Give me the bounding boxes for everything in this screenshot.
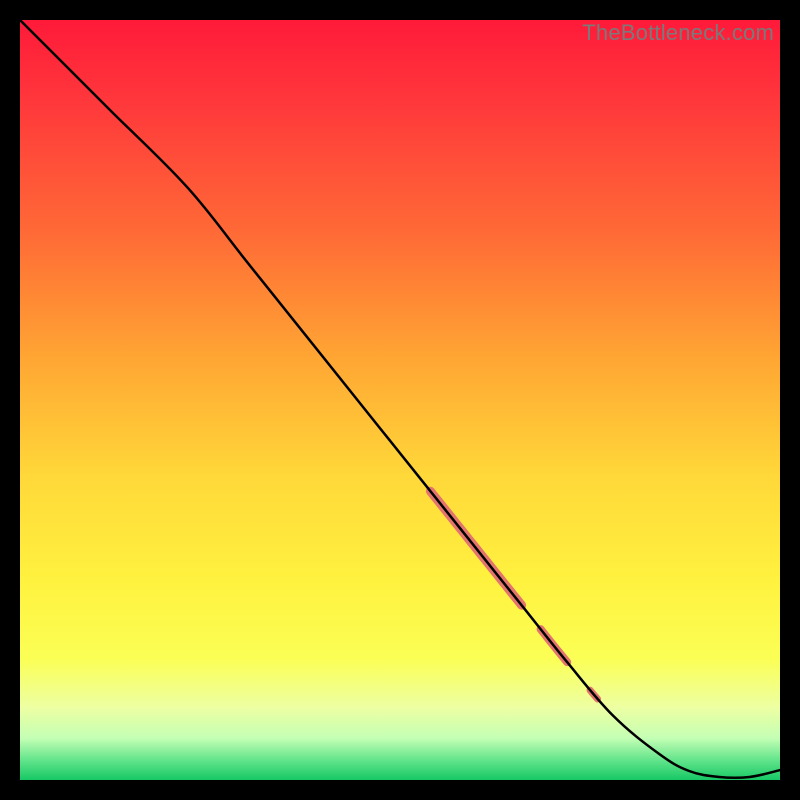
plot-area: TheBottleneck.com <box>20 20 780 780</box>
watermark-text: TheBottleneck.com <box>582 20 774 46</box>
chart-frame: TheBottleneck.com <box>0 0 800 800</box>
bottleneck-chart <box>20 20 780 780</box>
